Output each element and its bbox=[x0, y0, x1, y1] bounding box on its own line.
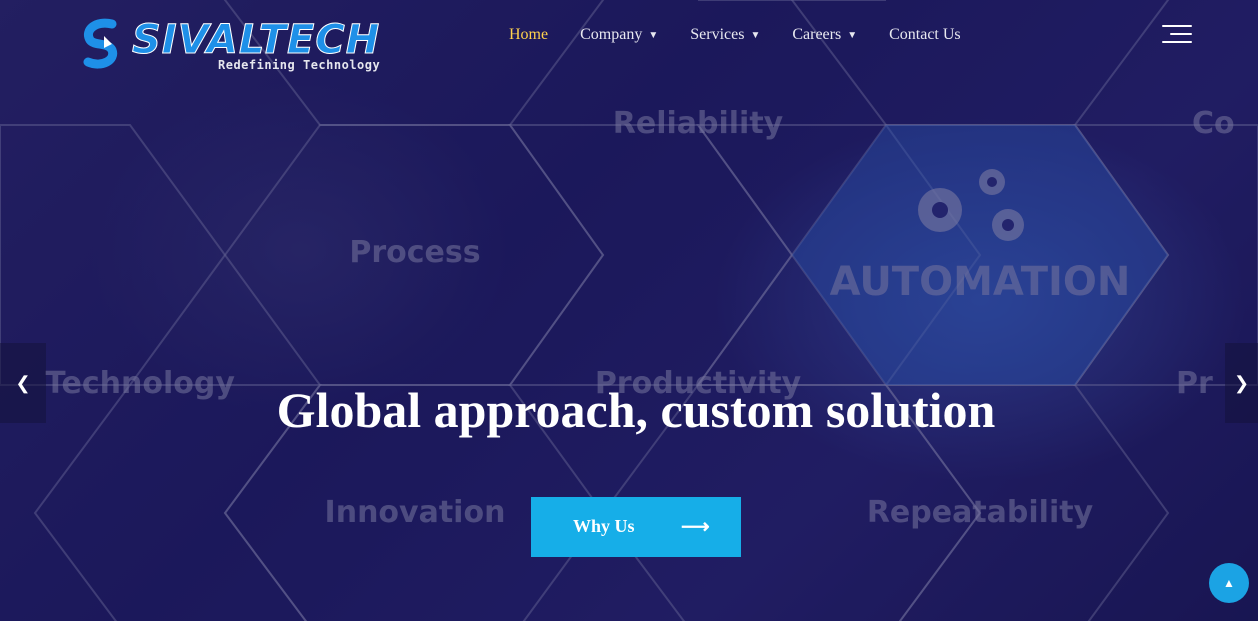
main-nav: Home Company ▼ Services ▼ Careers ▼ Cont… bbox=[509, 24, 961, 46]
nav-item-company[interactable]: Company ▼ bbox=[580, 26, 658, 44]
nav-item-services[interactable]: Services ▼ bbox=[690, 26, 760, 44]
nav-item-home[interactable]: Home bbox=[509, 26, 548, 44]
brand-name: SIVALTECH bbox=[131, 17, 381, 63]
nav-item-contact-us[interactable]: Contact Us bbox=[889, 26, 961, 44]
chevron-up-icon: ▲ bbox=[1223, 575, 1235, 590]
why-us-button-label: Why Us bbox=[573, 516, 635, 536]
brand-logo[interactable]: SIVALTECH Redefining Technology bbox=[82, 16, 392, 76]
scroll-to-top-button[interactable]: ▲ bbox=[1209, 563, 1249, 603]
site-header: SIVALTECH Redefining Technology Home Com… bbox=[0, 0, 1258, 80]
nav-item-label: Services bbox=[690, 26, 745, 43]
caret-down-icon: ▼ bbox=[648, 29, 659, 41]
nav-item-label: Careers bbox=[792, 26, 842, 43]
nav-item-label: Home bbox=[509, 26, 549, 43]
arrow-right-icon: ⟶ bbox=[681, 516, 710, 538]
why-us-button[interactable]: Why Us ⟶ bbox=[531, 497, 741, 557]
hamburger-icon[interactable] bbox=[1160, 25, 1192, 45]
nav-item-label: Company bbox=[580, 26, 643, 43]
hero-headline: Global approach, custom solution bbox=[276, 382, 996, 438]
nav-item-label: Contact Us bbox=[889, 26, 961, 43]
caret-down-icon: ▼ bbox=[750, 29, 761, 41]
caret-down-icon: ▼ bbox=[847, 29, 858, 41]
brand-tagline: Redefining Technology bbox=[218, 58, 381, 72]
logo-mark-icon bbox=[83, 18, 118, 69]
nav-item-careers[interactable]: Careers ▼ bbox=[792, 26, 857, 44]
